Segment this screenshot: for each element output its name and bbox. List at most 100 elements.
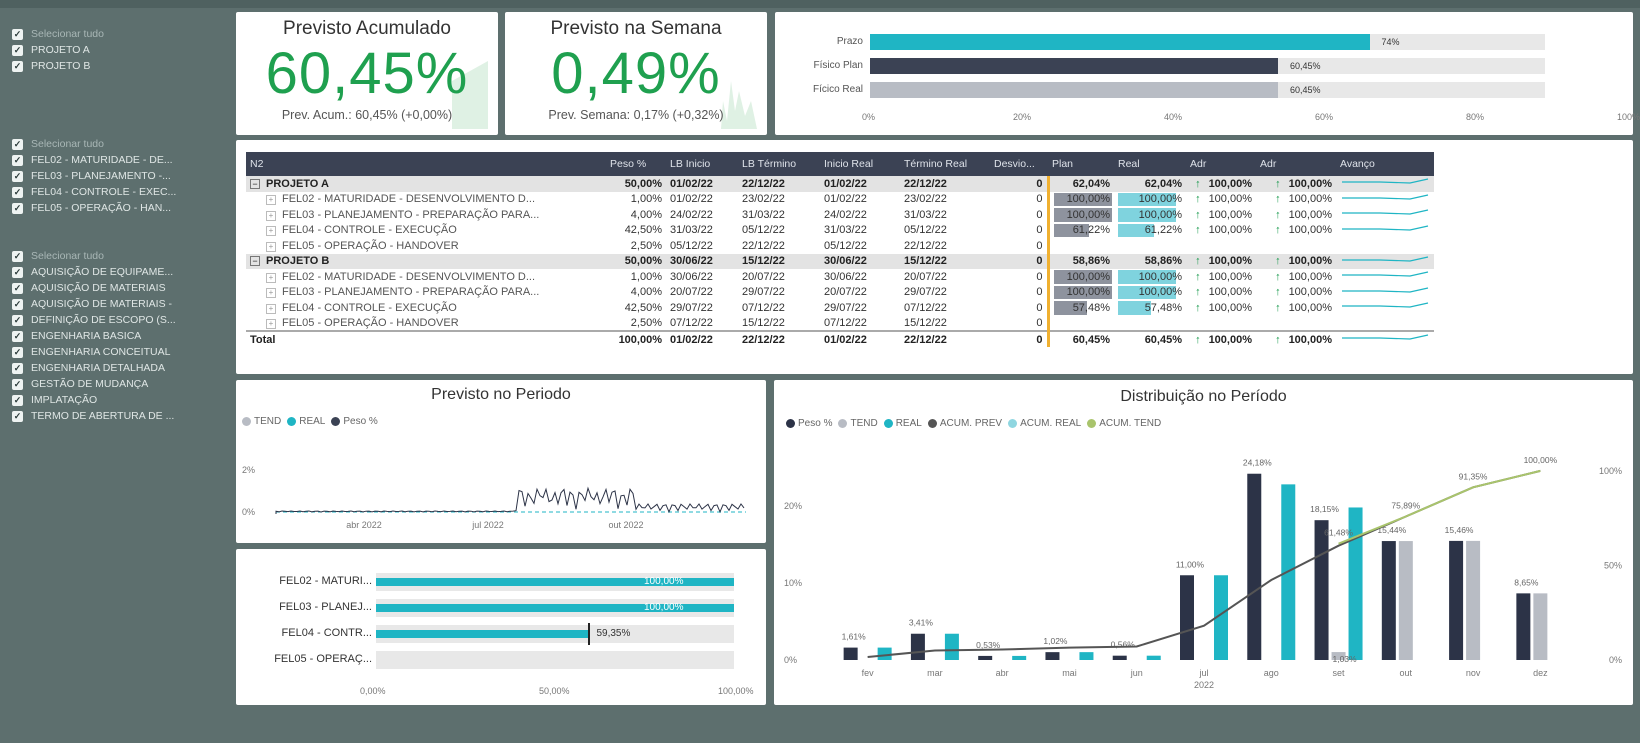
bar-peso-[interactable]	[1045, 652, 1060, 660]
bar-peso-[interactable]	[1180, 575, 1194, 660]
table-row[interactable]: + FEL03 - PLANEJAMENTO - PREPARAÇÃO PARA.…	[246, 207, 1434, 223]
bar-real[interactable]	[1079, 652, 1094, 660]
bar-peso-[interactable]	[843, 647, 858, 660]
slicer-option[interactable]: ✓ TERMO DE ABERTURA DE ...	[12, 408, 232, 424]
cell-value: 15/12/22	[904, 316, 947, 329]
column-header[interactable]: Plan	[1048, 152, 1114, 176]
column-header[interactable]: Desvio...	[990, 152, 1048, 176]
slicer-option[interactable]: ✓ DEFINIÇÃO DE ESCOPO (S...	[12, 312, 232, 328]
table-row[interactable]: + FEL05 - OPERAÇÃO - HANDOVER 2,50% 07/12/2…	[246, 315, 1434, 331]
table-row[interactable]: + FEL02 - MATURIDADE - DESENVOLVIMENTO D.…	[246, 191, 1434, 207]
slicer-option[interactable]: ✓ FEL03 - PLANEJAMENTO -...	[12, 168, 232, 184]
expand-icon[interactable]: +	[266, 272, 276, 283]
checkbox-checked-icon[interactable]: ✓	[12, 346, 23, 358]
bar-peso-[interactable]	[1112, 655, 1127, 660]
slicer-option[interactable]: ✓ AQUISIÇÃO DE MATERIAIS -	[12, 296, 232, 312]
table-row[interactable]: + FEL05 - OPERAÇÃO - HANDOVER 2,50% 05/12/2…	[246, 238, 1434, 254]
expand-icon[interactable]: +	[266, 288, 276, 299]
bar-peso-[interactable]	[978, 655, 993, 660]
checkbox-checked-icon[interactable]: ✓	[12, 28, 23, 40]
slicer-option[interactable]: ✓ Selecionar tudo	[12, 136, 232, 152]
table-row[interactable]: Total 100,00% 01/02/22 22/12/22 01/02/22 22/1…	[246, 330, 1434, 347]
bar-peso-[interactable]	[1449, 540, 1464, 660]
expand-icon[interactable]: +	[266, 226, 276, 237]
bar-peso-[interactable]	[1314, 520, 1329, 660]
slicer-option[interactable]: ✓ AQUISIÇÃO DE MATERIAIS	[12, 280, 232, 296]
checkbox-checked-icon[interactable]: ✓	[12, 266, 23, 278]
cell-lbt: 22/12/22	[738, 238, 820, 254]
checkbox-checked-icon[interactable]: ✓	[12, 282, 23, 294]
slicer-option[interactable]: ✓ GESTÃO DE MUDANÇA	[12, 376, 232, 392]
checkbox-checked-icon[interactable]: ✓	[12, 138, 23, 150]
checkbox-checked-icon[interactable]: ✓	[12, 362, 23, 374]
column-header[interactable]: Inicio Real	[820, 152, 900, 176]
bar-real[interactable]	[877, 647, 892, 660]
table-row[interactable]: − PROJETO A 50,00% 01/02/22 22/12/22 01/02/22…	[246, 176, 1434, 192]
cell-name: − PROJETO A	[246, 176, 606, 192]
checkbox-checked-icon[interactable]: ✓	[12, 314, 23, 326]
bar-fill[interactable]	[870, 34, 1370, 50]
column-header[interactable]: Avanço	[1336, 152, 1434, 176]
column-header[interactable]: Real	[1114, 152, 1186, 176]
expand-icon[interactable]: +	[266, 210, 276, 221]
column-header[interactable]: LB Término	[738, 152, 820, 176]
bar-peso-[interactable]	[1516, 593, 1531, 660]
slicer-option[interactable]: ✓ FEL02 - MATURIDADE - DE...	[12, 152, 232, 168]
collapse-icon[interactable]: −	[250, 256, 260, 267]
bar-peso-[interactable]	[910, 633, 925, 660]
checkbox-checked-icon[interactable]: ✓	[12, 44, 23, 56]
bar-peso-[interactable]	[1381, 541, 1396, 660]
column-header[interactable]: Adr	[1186, 152, 1256, 176]
x-tick-label: out 2022	[608, 520, 643, 530]
checkbox-checked-icon[interactable]: ✓	[12, 378, 23, 390]
slicer-option[interactable]: ✓ AQUISIÇÃO DE EQUIPAME...	[12, 264, 232, 280]
slicer-option[interactable]: ✓ ENGENHARIA CONCEITUAL	[12, 344, 232, 360]
sparkline-icon	[1342, 209, 1429, 215]
bar-real[interactable]	[1146, 655, 1161, 660]
table-row[interactable]: + FEL04 - CONTROLE - EXECUÇÃO 42,50% 29/07/…	[246, 300, 1434, 316]
checkbox-checked-icon[interactable]: ✓	[12, 298, 23, 310]
checkbox-checked-icon[interactable]: ✓	[12, 394, 23, 406]
slicer-option[interactable]: ✓ PROJETO A	[12, 42, 232, 58]
expand-icon[interactable]: +	[266, 241, 276, 252]
collapse-icon[interactable]: −	[250, 178, 260, 189]
bar-tend[interactable]	[1466, 540, 1481, 660]
expand-icon[interactable]: +	[266, 303, 276, 314]
bar-real[interactable]	[1012, 655, 1027, 660]
checkbox-checked-icon[interactable]: ✓	[12, 250, 23, 262]
bar-fill[interactable]	[376, 630, 589, 638]
column-header[interactable]: LB Inicio	[666, 152, 738, 176]
slicer-option[interactable]: ✓ Selecionar tudo	[12, 248, 232, 264]
bar-real[interactable]	[944, 633, 959, 660]
cell-value: 58,86%	[1072, 255, 1110, 268]
bar-fill[interactable]	[870, 82, 1279, 98]
table-row[interactable]: − PROJETO B 50,00% 30/06/22 15/12/22 30/06/22…	[246, 253, 1434, 269]
slicer-option[interactable]: ✓ Selecionar tudo	[12, 26, 232, 42]
checkbox-checked-icon[interactable]: ✓	[12, 170, 23, 182]
checkbox-checked-icon[interactable]: ✓	[12, 202, 23, 214]
slicer-option[interactable]: ✓ PROJETO B	[12, 58, 232, 74]
bar-tend[interactable]	[1533, 593, 1548, 660]
bar-tend[interactable]	[1398, 541, 1413, 660]
checkbox-checked-icon[interactable]: ✓	[12, 60, 23, 72]
checkbox-checked-icon[interactable]: ✓	[12, 410, 23, 422]
checkbox-checked-icon[interactable]: ✓	[12, 330, 23, 342]
table-row[interactable]: + FEL04 - CONTROLE - EXECUÇÃO 42,50% 31/03/…	[246, 222, 1434, 238]
slicer-option[interactable]: ✓ IMPLATAÇÃO	[12, 392, 232, 408]
column-header[interactable]: N2	[246, 152, 606, 176]
bar-peso-[interactable]	[1247, 473, 1262, 660]
column-header[interactable]: Adr	[1256, 152, 1336, 176]
slicer-option[interactable]: ✓ FEL05 - OPERAÇÃO - HAN...	[12, 200, 232, 216]
slicer-option[interactable]: ✓ ENGENHARIA DETALHADA	[12, 360, 232, 376]
expand-icon[interactable]: +	[266, 318, 276, 329]
table-row[interactable]: + FEL02 - MATURIDADE - DESENVOLVIMENTO D.…	[246, 269, 1434, 285]
expand-icon[interactable]: +	[266, 195, 276, 206]
column-header[interactable]: Peso %	[606, 152, 666, 176]
slicer-option[interactable]: ✓ FEL04 - CONTROLE - EXEC...	[12, 184, 232, 200]
checkbox-checked-icon[interactable]: ✓	[12, 154, 23, 166]
column-header[interactable]: Término Real	[900, 152, 990, 176]
slicer-option[interactable]: ✓ ENGENHARIA BASICA	[12, 328, 232, 344]
checkbox-checked-icon[interactable]: ✓	[12, 186, 23, 198]
bar-fill[interactable]	[870, 58, 1279, 74]
table-row[interactable]: + FEL03 - PLANEJAMENTO - PREPARAÇÃO PARA.…	[246, 284, 1434, 300]
